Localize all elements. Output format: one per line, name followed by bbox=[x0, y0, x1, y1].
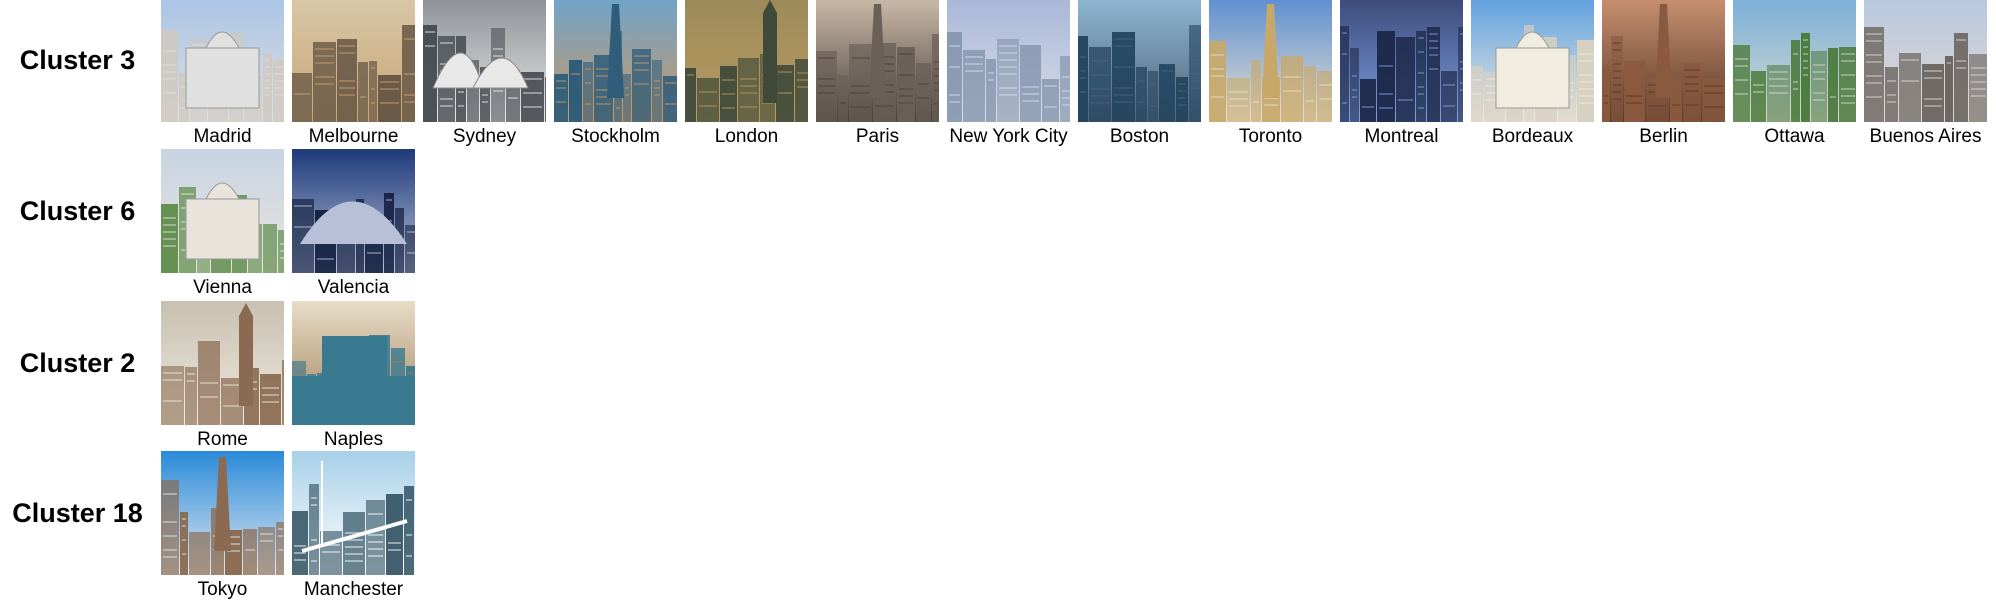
city-photo[interactable] bbox=[292, 301, 415, 425]
cluster-label: Cluster 2 bbox=[19, 348, 136, 378]
bridge-icon bbox=[292, 451, 415, 575]
city-photo[interactable] bbox=[1209, 0, 1332, 122]
palace-park-icon bbox=[161, 149, 284, 273]
city-name: Valencia bbox=[317, 277, 390, 298]
city-name: Stockholm bbox=[571, 126, 660, 147]
monument-icon bbox=[161, 301, 284, 425]
skyscrapers-icon bbox=[1078, 0, 1201, 122]
city-name: Vienna bbox=[193, 277, 252, 298]
city-photo[interactable] bbox=[161, 301, 284, 425]
city-photo[interactable] bbox=[1078, 0, 1201, 122]
city-photo[interactable] bbox=[423, 0, 546, 122]
aerial-city-icon bbox=[1733, 0, 1856, 122]
city-photo[interactable] bbox=[685, 0, 808, 122]
city-name: Boston bbox=[1109, 126, 1170, 147]
city-photo[interactable] bbox=[554, 0, 677, 122]
city-name: Melbourne bbox=[308, 126, 399, 147]
city-photo[interactable] bbox=[947, 0, 1070, 122]
city-name: Berlin bbox=[1639, 126, 1688, 147]
city-photo[interactable] bbox=[161, 451, 284, 575]
city-name: Tokyo bbox=[197, 579, 248, 600]
city-photo[interactable] bbox=[1733, 0, 1856, 122]
castle-sea-icon bbox=[292, 301, 415, 425]
modern-arch-icon bbox=[292, 149, 415, 273]
skyscrapers-icon bbox=[292, 0, 415, 122]
city-photo[interactable] bbox=[1471, 0, 1594, 122]
city-photo[interactable] bbox=[1340, 0, 1463, 122]
tv-tower-icon bbox=[1602, 0, 1725, 122]
city-photo[interactable] bbox=[161, 149, 284, 273]
cluster-label: Cluster 18 bbox=[12, 498, 143, 528]
city-name: Montreal bbox=[1364, 126, 1439, 147]
skytree-icon bbox=[161, 451, 284, 575]
building-dome-icon bbox=[161, 0, 284, 122]
city-photo[interactable] bbox=[292, 149, 415, 273]
city-name: Madrid bbox=[193, 126, 252, 147]
cn-tower-icon bbox=[1209, 0, 1332, 122]
night-skyline-icon bbox=[1340, 0, 1463, 122]
palace-dome-icon bbox=[1471, 0, 1594, 122]
church-spire-icon bbox=[554, 0, 677, 122]
city-photo[interactable] bbox=[161, 0, 284, 122]
city-name: Naples bbox=[323, 429, 384, 450]
city-photo[interactable] bbox=[1602, 0, 1725, 122]
city-name: Manchester bbox=[303, 579, 404, 600]
city-name: Paris bbox=[855, 126, 900, 147]
city-name: Toronto bbox=[1238, 126, 1303, 147]
city-photo[interactable] bbox=[292, 0, 415, 122]
skyline-icon bbox=[947, 0, 1070, 122]
cluster-label: Cluster 3 bbox=[19, 45, 136, 75]
city-name: Ottawa bbox=[1764, 126, 1825, 147]
clock-tower-icon bbox=[685, 0, 808, 122]
city-photo[interactable] bbox=[816, 0, 939, 122]
city-name: Bordeaux bbox=[1491, 126, 1574, 147]
city-name: New York City bbox=[949, 126, 1068, 147]
city-name: Rome bbox=[197, 429, 248, 450]
cluster-label: Cluster 6 bbox=[19, 196, 136, 226]
opera-house-icon bbox=[423, 0, 546, 122]
city-name: Sydney bbox=[452, 126, 517, 147]
city-photo[interactable] bbox=[292, 451, 415, 575]
city-photo[interactable] bbox=[1864, 0, 1987, 122]
street-icon bbox=[1864, 0, 1987, 122]
city-name: London bbox=[714, 126, 779, 147]
city-name: Buenos Aires bbox=[1869, 126, 1982, 147]
eiffel-tower-icon bbox=[816, 0, 939, 122]
